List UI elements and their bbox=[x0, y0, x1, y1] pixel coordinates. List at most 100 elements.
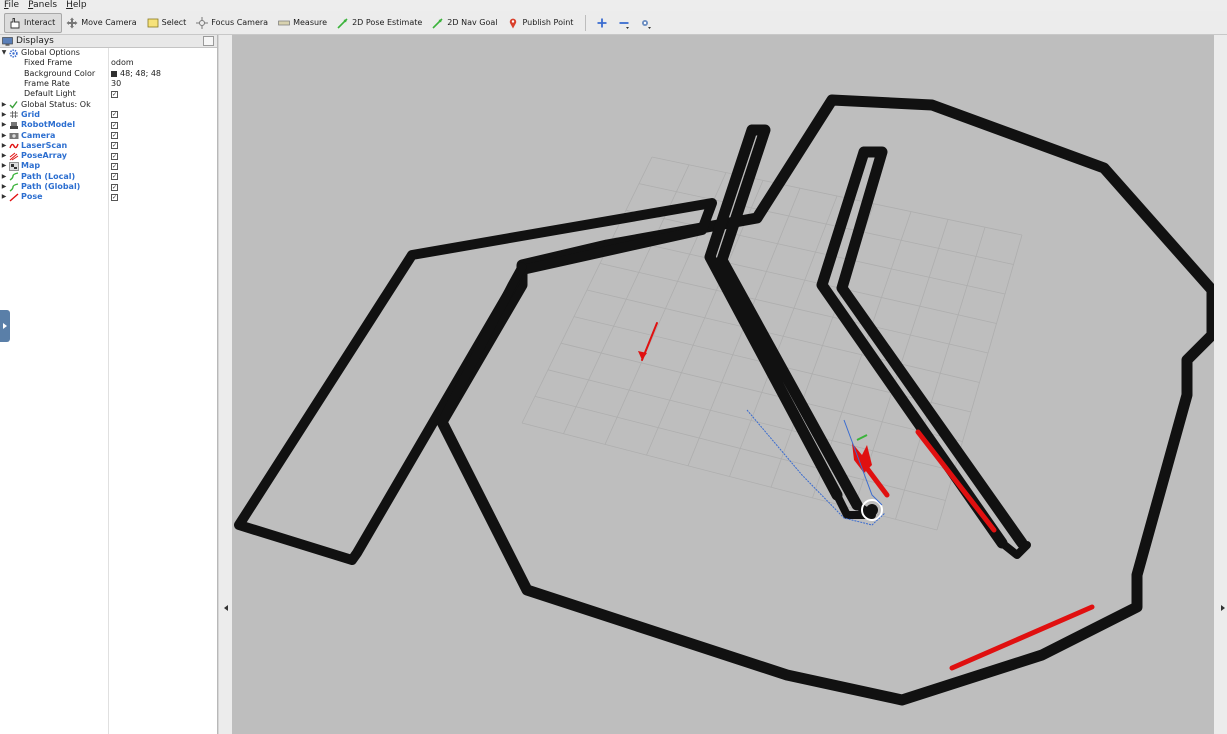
display-label: RobotModel bbox=[21, 120, 76, 130]
select-tool-button[interactable]: Select bbox=[143, 13, 193, 33]
add-tool-icon bbox=[597, 18, 607, 27]
interact-tool-button[interactable]: Interact bbox=[4, 12, 63, 33]
render-panel bbox=[219, 35, 1227, 734]
cursor-hand-icon bbox=[9, 17, 21, 29]
menu-file[interactable]: File bbox=[4, 0, 19, 11]
display-enabled-checkbox[interactable]: ✓ bbox=[111, 183, 118, 191]
scene-svg[interactable] bbox=[232, 35, 1214, 734]
expand-right-icon[interactable]: ▶ bbox=[0, 172, 8, 182]
expand-right-icon[interactable]: ▶ bbox=[0, 161, 8, 171]
3d-viewport[interactable] bbox=[232, 35, 1214, 734]
dock-side-tab[interactable] bbox=[0, 310, 10, 342]
green-arrow-icon bbox=[337, 17, 349, 29]
display-label: Grid bbox=[21, 109, 40, 119]
display-row-map[interactable]: ▶ Map ✓ bbox=[0, 161, 217, 171]
display-checkbox-cell: ✓ bbox=[111, 162, 118, 170]
display-checkbox-cell: ✓ bbox=[111, 152, 118, 160]
background-color-text: 48; 48; 48 bbox=[120, 68, 162, 78]
global-options-row[interactable]: ▼ Global Options bbox=[0, 48, 217, 58]
display-row-robotmodel[interactable]: ▶ RobotModel ✓ bbox=[0, 120, 217, 130]
undock-button[interactable] bbox=[203, 36, 214, 46]
move-camera-tool-button[interactable]: Move Camera bbox=[62, 13, 142, 33]
expand-right-icon[interactable]: ▶ bbox=[0, 131, 8, 141]
left-corridor-wall bbox=[234, 198, 717, 565]
measure-tool-label: Measure bbox=[293, 18, 328, 27]
display-row-posearray[interactable]: ▶ PoseArray ✓ bbox=[0, 151, 217, 161]
display-checkbox-cell: ✓ bbox=[111, 111, 118, 119]
default-light-row[interactable]: Default Light ✓ bbox=[0, 89, 217, 99]
display-label: Path (Global) bbox=[21, 182, 81, 191]
add-tool-button[interactable] bbox=[592, 13, 612, 33]
measure-tool-button[interactable]: Measure bbox=[274, 13, 333, 33]
ruler-icon bbox=[278, 17, 290, 29]
robot-heading bbox=[856, 434, 868, 441]
expand-right-icon[interactable]: ▶ bbox=[0, 151, 8, 161]
display-checkbox-cell: ✓ bbox=[111, 142, 118, 150]
focus-camera-icon bbox=[196, 16, 209, 29]
default-light-label: Default Light bbox=[24, 89, 76, 99]
global-status-row[interactable]: ▶ Global Status: Ok bbox=[0, 99, 217, 109]
menu-panels[interactable]: Panels bbox=[28, 0, 57, 11]
remove-tool-button[interactable] bbox=[614, 13, 634, 33]
interact-tool-label: Interact bbox=[24, 18, 56, 27]
background-color-row[interactable]: Background Color 48; 48; 48 bbox=[0, 69, 217, 79]
display-row-pose[interactable]: ▶ Pose ✓ bbox=[0, 192, 217, 202]
map-pin-icon bbox=[507, 17, 519, 29]
expand-right-icon[interactable]: ▶ bbox=[0, 182, 8, 192]
display-checkbox-cell: ✓ bbox=[111, 132, 118, 140]
fixed-frame-row[interactable]: Fixed Frame odom bbox=[0, 58, 217, 68]
display-enabled-checkbox[interactable]: ✓ bbox=[111, 162, 118, 170]
expand-right-icon[interactable]: ▶ bbox=[0, 110, 8, 120]
collapse-right-icon[interactable] bbox=[1221, 605, 1225, 611]
frame-rate-value[interactable]: 30 bbox=[111, 79, 121, 89]
default-light-checkbox[interactable]: ✓ bbox=[111, 90, 118, 98]
map-icon bbox=[8, 162, 19, 171]
display-label: LaserScan bbox=[21, 140, 68, 150]
displays-tree: ▼ Global Options Fixed Frame odom Backgr… bbox=[0, 48, 217, 202]
display-checkbox-cell: ✓ bbox=[111, 121, 118, 129]
displays-title: Displays bbox=[16, 36, 54, 46]
camera-view-button[interactable] bbox=[636, 13, 656, 33]
nav-goal-tool-button[interactable]: 2D Nav Goal bbox=[428, 13, 503, 33]
focus-camera-tool-button[interactable]: Focus Camera bbox=[192, 13, 274, 33]
menubar: File Panels Help bbox=[0, 0, 1227, 11]
display-row-camera[interactable]: ▶ Camera ✓ bbox=[0, 130, 217, 140]
channel-2-wall bbox=[816, 146, 1028, 549]
display-enabled-checkbox[interactable]: ✓ bbox=[111, 193, 118, 201]
collapse-left-icon[interactable] bbox=[224, 605, 228, 611]
display-checkbox-cell: ✓ bbox=[111, 193, 118, 201]
display-label: PoseArray bbox=[21, 151, 67, 161]
display-row-laserscan[interactable]: ▶ LaserScan ✓ bbox=[0, 141, 217, 151]
frame-rate-row[interactable]: Frame Rate 30 bbox=[0, 79, 217, 89]
display-row-grid[interactable]: ▶ Grid ✓ bbox=[0, 110, 217, 120]
display-enabled-checkbox[interactable]: ✓ bbox=[111, 132, 118, 140]
camera-view-icon bbox=[642, 19, 652, 29]
expand-right-icon[interactable]: ▶ bbox=[0, 100, 8, 110]
expand-right-icon[interactable]: ▶ bbox=[0, 141, 8, 151]
background-color-value[interactable]: 48; 48; 48 bbox=[111, 69, 161, 79]
pose-array-icon bbox=[8, 152, 19, 161]
path-icon bbox=[8, 172, 19, 181]
publish-point-tool-button[interactable]: Publish Point bbox=[503, 13, 579, 33]
menu-help[interactable]: Help bbox=[66, 0, 87, 11]
fixed-frame-value[interactable]: odom bbox=[111, 58, 134, 68]
display-enabled-checkbox[interactable]: ✓ bbox=[111, 152, 118, 160]
expand-down-icon[interactable]: ▼ bbox=[0, 48, 8, 58]
grid-icon bbox=[8, 110, 19, 119]
plugin-list: ▶ Grid ✓ ▶ RobotModel ✓ ▶ Camera ✓ ▶ LaserScan ✓ ▶ Po… bbox=[0, 110, 217, 203]
displays-title-bar: Displays bbox=[0, 35, 217, 48]
expand-right-icon[interactable]: ▶ bbox=[0, 192, 8, 202]
camera-icon bbox=[8, 131, 19, 140]
display-enabled-checkbox[interactable]: ✓ bbox=[111, 121, 118, 129]
pose-arrow-icon bbox=[8, 193, 19, 202]
remove-tool-icon bbox=[619, 21, 630, 29]
focus-camera-tool-label: Focus Camera bbox=[211, 18, 269, 27]
pose-estimate-tool-button[interactable]: 2D Pose Estimate bbox=[333, 13, 428, 33]
display-label: Path (Local) bbox=[21, 171, 76, 181]
display-enabled-checkbox[interactable]: ✓ bbox=[111, 111, 118, 119]
display-enabled-checkbox[interactable]: ✓ bbox=[111, 173, 118, 181]
display-row-path-global[interactable]: ▶ Path (Global) ✓ bbox=[0, 182, 217, 192]
expand-right-icon[interactable]: ▶ bbox=[0, 120, 8, 130]
display-row-path-local[interactable]: ▶ Path (Local) ✓ bbox=[0, 172, 217, 182]
display-enabled-checkbox[interactable]: ✓ bbox=[111, 142, 118, 150]
